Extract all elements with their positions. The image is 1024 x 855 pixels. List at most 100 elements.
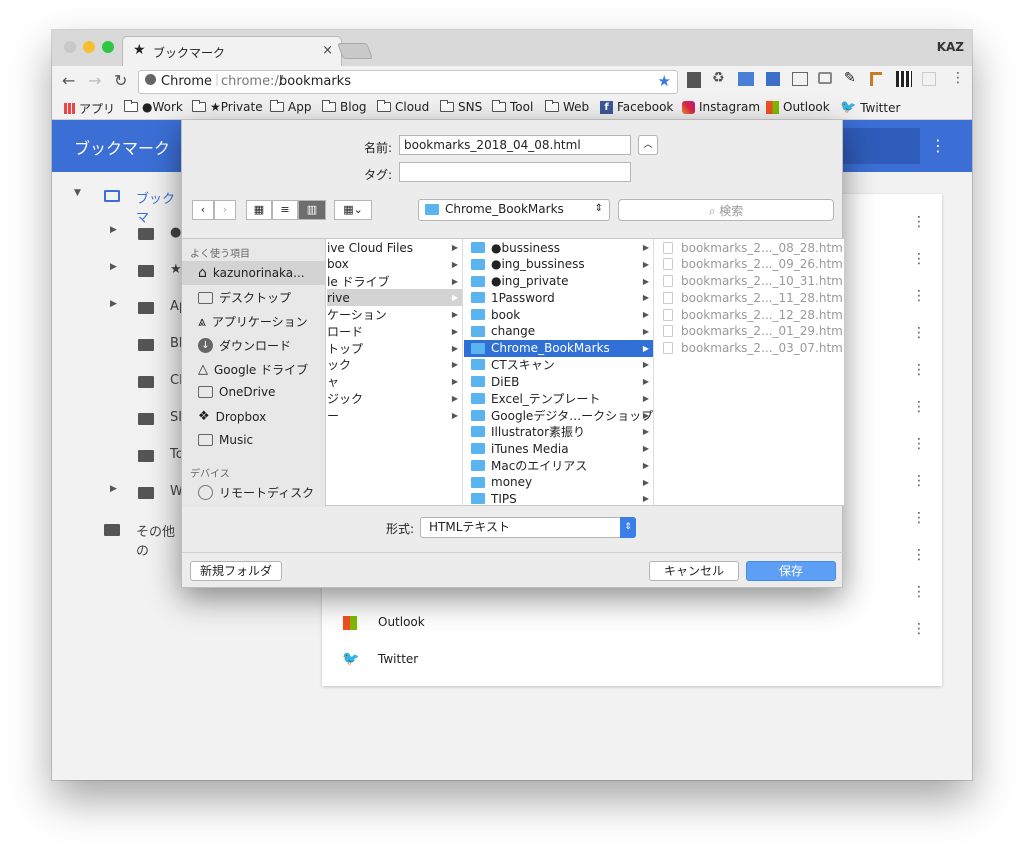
column-3-item[interactable]: bookmarks_2..._09_26.html (655, 256, 844, 273)
bookmark-folder-cloud[interactable]: Cloud (377, 100, 429, 114)
bookmark-folder-app[interactable]: App (270, 100, 311, 114)
row-menu-icon[interactable]: ⋮ (912, 426, 926, 463)
column-3-item[interactable]: bookmarks_2..._11_28.html (655, 289, 844, 306)
extension-help-icon[interactable] (687, 72, 701, 88)
column-1-item[interactable]: トップ ▶ (327, 340, 462, 357)
column-2-item[interactable]: Macのエイリアス ▶ (464, 457, 653, 474)
expand-arrow-icon[interactable]: ▶ (110, 225, 117, 235)
column-view-button[interactable]: ▥ (298, 200, 326, 220)
omnibox[interactable]: Chrome | chrome:// bookmarks ★ (138, 70, 678, 94)
column-3-item[interactable]: bookmarks_2..._10_31.html (655, 273, 844, 290)
column-3-item[interactable]: bookmarks_2..._03_07.html (655, 340, 844, 357)
extension-calendar-icon[interactable] (766, 72, 780, 86)
column-2-item[interactable]: DiEB ▶ (464, 373, 653, 390)
bookmark-facebook[interactable]: f Facebook (600, 100, 673, 114)
sidebar-item-remote-disc[interactable]: リモートディスク (198, 484, 314, 501)
column-2-item[interactable]: money ▶ (464, 474, 653, 491)
expand-dialog-button[interactable]: ︿ (638, 135, 658, 155)
tree-item-other[interactable]: その他の (52, 519, 182, 559)
bookmark-folder-private[interactable]: ★Private (192, 100, 263, 114)
extension-qr-icon[interactable] (896, 71, 912, 87)
column-3-item[interactable]: bookmarks_2..._01_29.html (655, 323, 844, 340)
row-menu-icon[interactable]: ⋮ (912, 204, 926, 241)
column-2-item[interactable]: ●ing_bussiness ▶ (464, 256, 653, 273)
back-icon[interactable]: ← (62, 71, 75, 90)
column-2-item[interactable]: Chrome_BookMarks ▶ (464, 339, 653, 357)
tree-item-work[interactable]: ▶ ● (52, 223, 182, 247)
column-2-item[interactable]: Googleデジタ…ークショップ ▶ (464, 407, 653, 424)
column-3-item[interactable]: bookmarks_2..._08_28.html (655, 239, 844, 256)
sidebar-item-music[interactable]: Music (198, 433, 253, 447)
column-1-item[interactable]: le ドライブ ▶ (327, 273, 462, 290)
tree-item-blog[interactable]: Bl (52, 334, 183, 358)
save-button[interactable]: 保存 (746, 561, 836, 581)
tags-field[interactable] (399, 162, 631, 182)
new-folder-button[interactable]: 新規フォルダ (190, 561, 282, 581)
row-menu-icon[interactable]: ⋮ (912, 537, 926, 574)
collapse-arrow-icon[interactable]: ▼ (74, 188, 81, 198)
bookmark-apps[interactable]: アプリ (64, 100, 115, 117)
zoom-window-button[interactable] (102, 41, 114, 53)
column-1-item[interactable]: ケーション ▶ (327, 306, 462, 323)
expand-arrow-icon[interactable]: ▶ (110, 299, 117, 309)
column-3-item[interactable]: bookmarks_2..._12_28.html (655, 306, 844, 323)
row-menu-icon[interactable]: ⋮ (912, 315, 926, 352)
tree-item-private[interactable]: ▶ ★ (52, 260, 182, 284)
column-2-item[interactable]: change ▶ (464, 323, 653, 340)
tree-item-web[interactable]: ▶ W (52, 482, 183, 506)
row-menu-icon[interactable]: ⋮ (912, 278, 926, 315)
reload-icon[interactable]: ↻ (114, 71, 127, 90)
search-field[interactable]: ⌕ 検索 (618, 199, 834, 221)
expand-arrow-icon[interactable]: ▶ (110, 262, 117, 272)
bookmark-instagram[interactable]: Instagram (682, 100, 760, 114)
column-1-item[interactable]: ャ ▶ (327, 373, 462, 390)
tree-item-app[interactable]: ▶ Ap (52, 297, 187, 321)
close-window-button[interactable] (64, 41, 76, 53)
sidebar-item-downloads[interactable]: ↓ ダウンロード (198, 337, 291, 354)
icon-view-button[interactable]: ▦ (246, 200, 272, 220)
bookmark-twitter[interactable]: 🐦 Twitter (840, 100, 900, 115)
tree-item-cloud[interactable]: Cl (52, 371, 183, 395)
column-2-item[interactable]: ●bussiness ▶ (464, 239, 653, 256)
sidebar-item-google-drive[interactable]: △ Google ドライブ (198, 361, 308, 378)
bookmark-outlook[interactable]: Outlook (766, 100, 830, 114)
sidebar-item-dropbox[interactable]: ❖ Dropbox (198, 409, 266, 424)
back-nav-button[interactable]: ‹ (192, 200, 214, 220)
forward-icon[interactable]: → (88, 71, 101, 90)
page-menu-icon[interactable]: ⋮ (930, 136, 946, 155)
extension-translate-icon[interactable] (738, 72, 754, 86)
extension-eyedropper-icon[interactable]: ✎ (844, 70, 856, 86)
column-1-item[interactable]: ー ▶ (327, 407, 462, 424)
column-1-item[interactable]: ジック ▶ (327, 390, 462, 407)
tab-bookmarks[interactable]: ★ ブックマーク × (122, 36, 342, 66)
column-2-item[interactable]: Excel_テンプレート ▶ (464, 390, 653, 407)
column-1-item[interactable]: box ▶ (327, 256, 462, 273)
arrange-button[interactable]: ▦⌄ (334, 200, 372, 220)
row-menu-icon[interactable]: ⋮ (912, 352, 926, 389)
name-field[interactable]: bookmarks_2018_04_08.html (399, 135, 631, 155)
row-menu-icon[interactable]: ⋮ (912, 463, 926, 500)
column-2-item[interactable]: CTスキャン ▶ (464, 356, 653, 373)
column-1-item[interactable]: ック ▶ (327, 356, 462, 373)
bookmark-star-icon[interactable]: ★ (658, 72, 671, 90)
bookmark-folder-work[interactable]: ●Work (124, 100, 183, 114)
location-popup[interactable]: Chrome_BookMarks ⇕ (418, 199, 610, 221)
row-menu-icon[interactable]: ⋮ (912, 500, 926, 537)
sidebar-item-home[interactable]: ⌂ kazunorinaka... (198, 265, 305, 281)
list-view-button[interactable]: ≡ (272, 200, 298, 220)
close-tab-icon[interactable]: × (322, 43, 333, 58)
column-2-item[interactable]: iTunes Media ▶ (464, 440, 653, 457)
bookmark-row-outlook[interactable]: Outlook (322, 603, 942, 640)
new-tab-button[interactable] (337, 43, 373, 59)
column-2-item[interactable]: TIPS ▶ (464, 490, 653, 507)
row-menu-icon[interactable]: ⋮ (912, 389, 926, 426)
bookmark-folder-sns[interactable]: SNS (440, 100, 482, 114)
expand-arrow-icon[interactable]: ▶ (110, 484, 117, 494)
sidebar-item-desktop[interactable]: デスクトップ (198, 289, 291, 306)
sidebar-item-onedrive[interactable]: OneDrive (198, 385, 275, 399)
column-2-item[interactable]: 1Password ▶ (464, 289, 653, 306)
extension-disabled-icon[interactable] (922, 72, 936, 86)
extension-mail-icon[interactable] (792, 72, 808, 86)
column-2-item[interactable]: book ▶ (464, 306, 653, 323)
profile-name[interactable]: KAZ (937, 40, 964, 54)
